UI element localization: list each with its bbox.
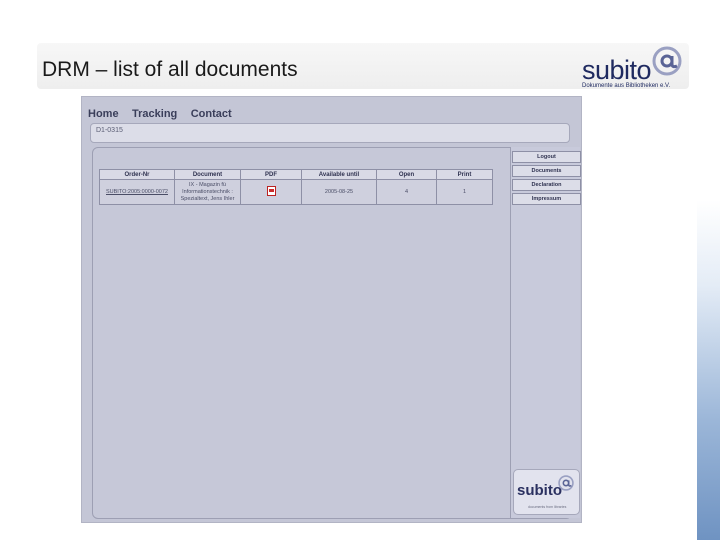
document-line: Informationstechnik : xyxy=(182,188,233,195)
subito-logo: subito Dokumente aus Bibliotheken e.V. xyxy=(580,46,688,90)
sidebar-logo-word: subito xyxy=(517,482,562,499)
col-document[interactable]: Document xyxy=(174,169,241,180)
sidebar-logo-tagline: documents from libraries xyxy=(528,505,567,509)
logout-button[interactable]: Logout xyxy=(512,151,581,163)
open-count-cell: 4 xyxy=(376,179,437,205)
sidebar: Logout Documents Declaration Impressum s… xyxy=(510,147,581,518)
nav-contact[interactable]: Contact xyxy=(191,108,232,120)
logo-tagline: Dokumente aus Bibliotheken e.V. xyxy=(582,83,671,89)
nav-home[interactable]: Home xyxy=(88,108,119,120)
col-open[interactable]: Open xyxy=(376,169,437,180)
slide-header: DRM – list of all documents subito Dokum… xyxy=(37,43,689,89)
order-number-link[interactable]: SUBITO:2005:0000-0072 xyxy=(99,179,175,205)
col-available-until[interactable]: Available until xyxy=(301,169,377,180)
order-id-text: D1-0315 xyxy=(96,127,123,134)
at-sign-icon xyxy=(652,46,682,76)
order-id-bar: D1-0315 xyxy=(90,123,570,143)
impressum-button[interactable]: Impressum xyxy=(512,193,581,205)
documents-button[interactable]: Documents xyxy=(512,165,581,177)
table-row: SUBITO:2005:0000-0072 IX - Magazin fü In… xyxy=(99,179,493,205)
decorative-strip xyxy=(697,200,720,540)
sidebar-logo: subito documents from libraries xyxy=(513,469,580,515)
col-print[interactable]: Print xyxy=(436,169,493,180)
slide-title: DRM – list of all documents xyxy=(42,58,298,81)
pdf-cell xyxy=(240,179,302,205)
documents-table: Order-Nr Document PDF Available until Op… xyxy=(99,169,493,205)
nav-tracking[interactable]: Tracking xyxy=(132,108,177,120)
logo-word: subito xyxy=(582,55,652,85)
document-line: IX - Magazin fü xyxy=(189,181,226,188)
col-pdf[interactable]: PDF xyxy=(240,169,302,180)
print-count-cell: 1 xyxy=(436,179,493,205)
document-cell: IX - Magazin fü Informationstechnik : Sp… xyxy=(174,179,241,205)
content-panel: Order-Nr Document PDF Available until Op… xyxy=(92,147,581,519)
pdf-icon[interactable] xyxy=(266,185,276,196)
col-order-nr[interactable]: Order-Nr xyxy=(99,169,175,180)
table-header-row: Order-Nr Document PDF Available until Op… xyxy=(99,169,493,180)
at-sign-icon xyxy=(558,475,574,491)
app-window: Home Tracking Contact D1-0315 Order-Nr D… xyxy=(81,96,582,523)
top-nav: Home Tracking Contact xyxy=(88,104,241,120)
declaration-button[interactable]: Declaration xyxy=(512,179,581,191)
document-line: Spezialtext, Jens Ihler xyxy=(180,195,235,202)
available-until-cell: 2005-08-25 xyxy=(301,179,377,205)
